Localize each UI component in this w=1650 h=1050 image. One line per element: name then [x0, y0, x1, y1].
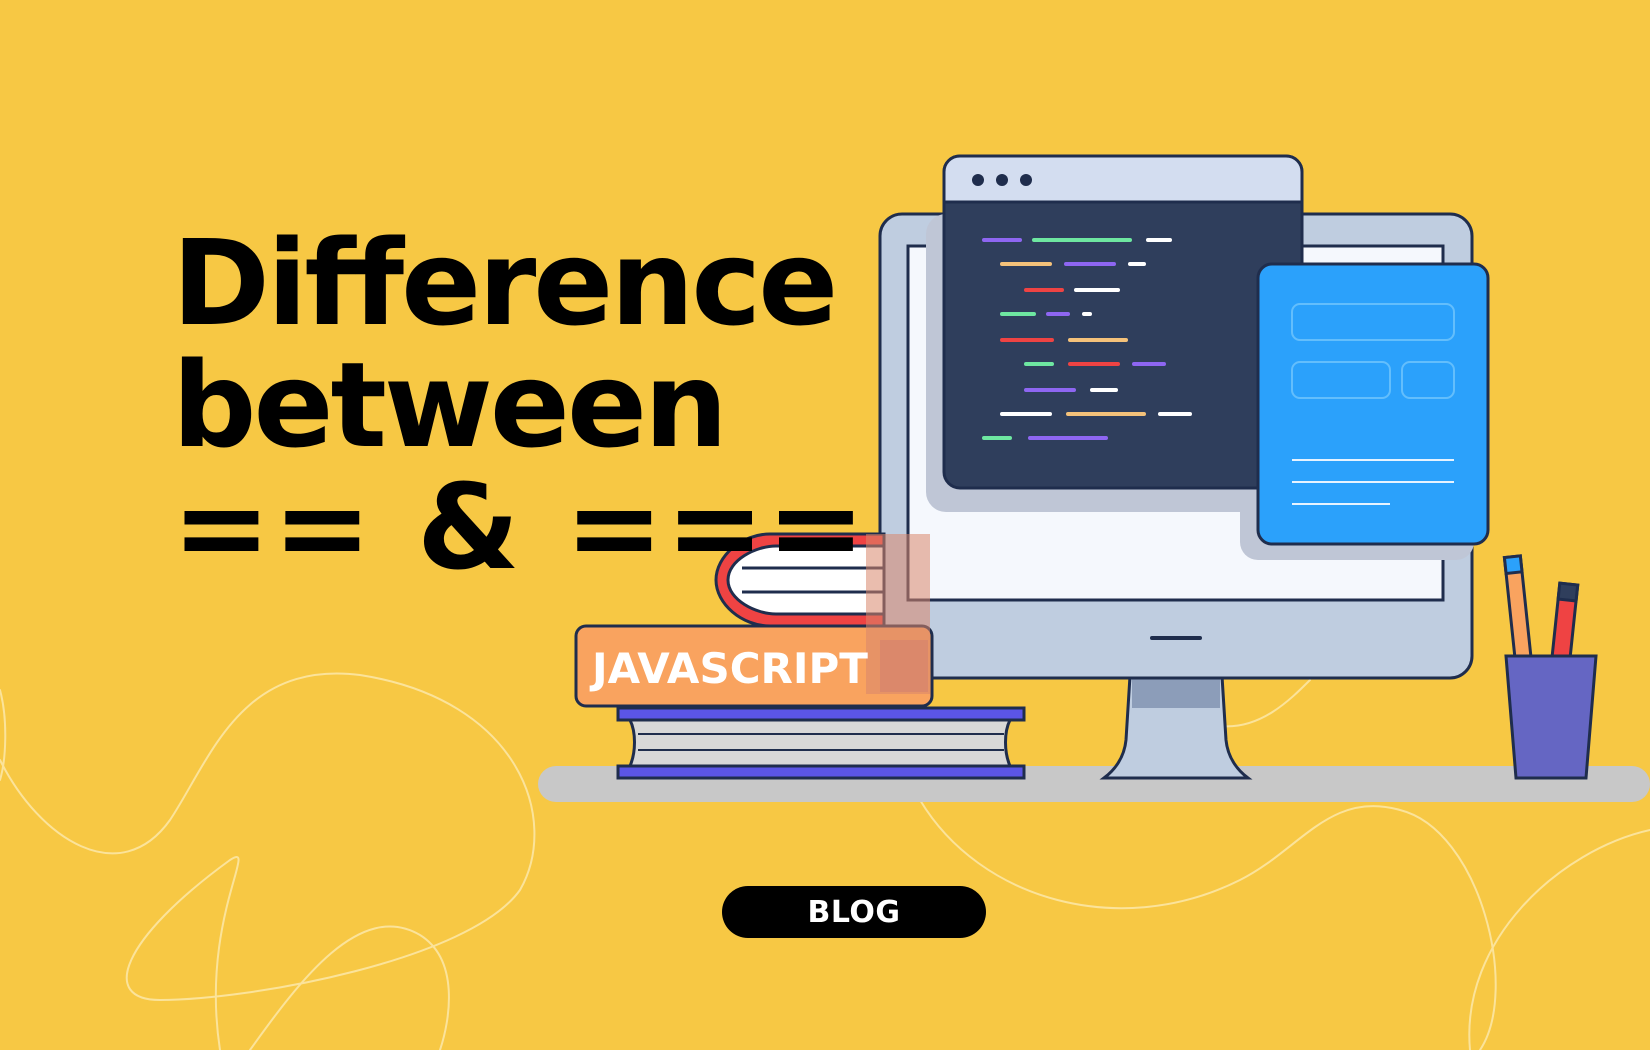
form-panel-icon: [1256, 262, 1490, 546]
title-line-2: between: [172, 336, 728, 474]
title-line-1: Difference: [172, 214, 838, 352]
book-spine-label: JAVASCRIPT: [589, 644, 868, 693]
blog-badge-label: BLOG: [807, 894, 901, 930]
monitor-stand: [1099, 674, 1253, 780]
title-line-3: == & ===: [172, 458, 868, 596]
code-editor-icon: [942, 154, 1304, 490]
browser-window-icon: [972, 174, 1032, 186]
blog-badge[interactable]: BLOG: [722, 886, 986, 938]
page-title: Difference between == & ===: [172, 222, 867, 588]
pencil-cup-icon: [1502, 554, 1598, 780]
